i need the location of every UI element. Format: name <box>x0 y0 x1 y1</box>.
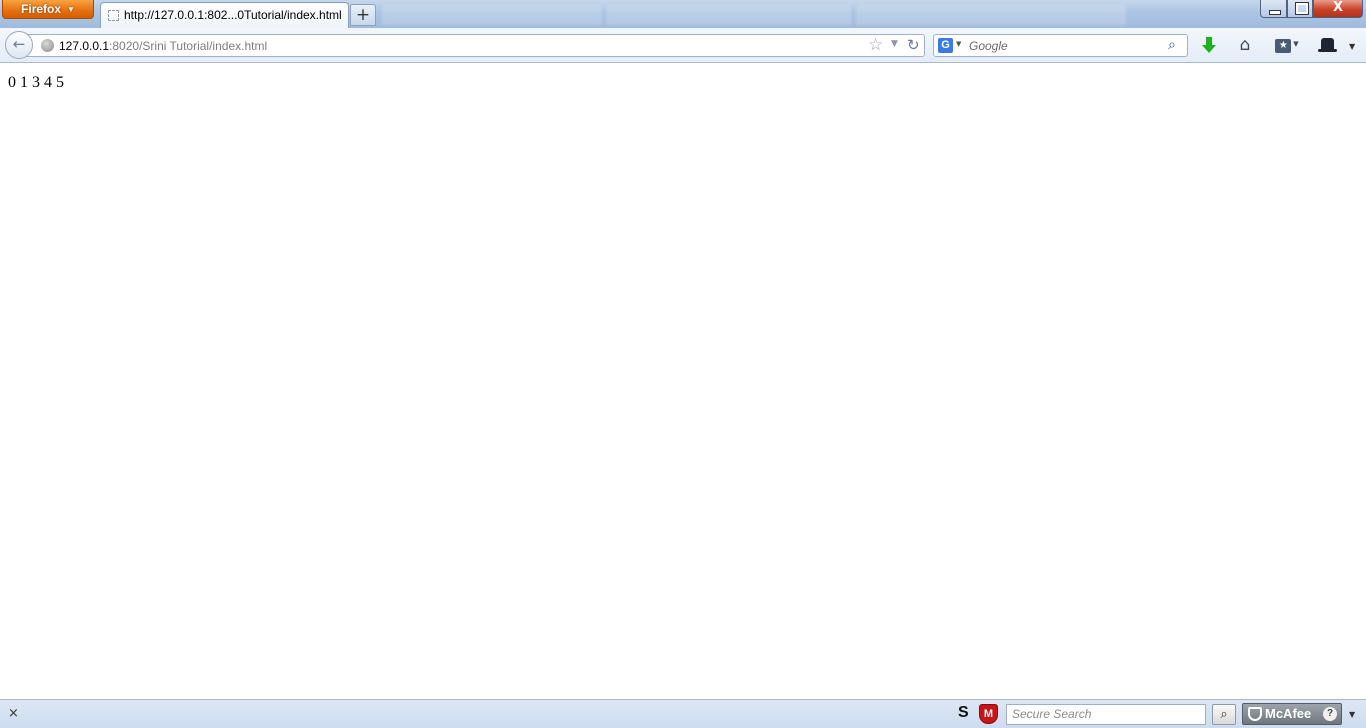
addon-bar: × S M Secure Search ⌕ McAfee ? ▼ <box>0 699 1366 728</box>
hat-icon[interactable] <box>1318 36 1342 54</box>
globe-icon <box>41 39 54 52</box>
new-tab-button[interactable]: + <box>350 4 376 26</box>
url-path: :8020/Srini Tutorial/index.html <box>109 39 268 53</box>
mcafee-button[interactable]: McAfee ? <box>1242 703 1342 725</box>
url-text[interactable]: 127.0.0.1:8020/Srini Tutorial/index.html <box>59 39 267 53</box>
google-engine-icon[interactable]: G <box>938 38 953 53</box>
maximize-button[interactable] <box>1287 0 1313 18</box>
firefox-menu-button[interactable]: Firefox ▼ <box>2 0 94 19</box>
help-icon[interactable]: ? <box>1323 707 1337 721</box>
url-bar[interactable]: 127.0.0.1:8020/Srini Tutorial/index.html… <box>26 34 925 57</box>
blank-page-icon <box>108 10 119 21</box>
engine-dropdown-icon[interactable]: ▼ <box>956 40 961 48</box>
mcafee-label: McAfee <box>1265 706 1312 721</box>
chevron-down-icon: ▼ <box>67 5 75 14</box>
home-icon[interactable]: ⌂ <box>1236 36 1254 54</box>
back-button[interactable]: ← <box>5 31 33 59</box>
search-placeholder: Google <box>969 39 1008 53</box>
background-window-tab <box>382 5 602 25</box>
url-history-dropdown-icon[interactable]: ▼ <box>891 39 898 49</box>
star-icon[interactable]: ☆ <box>868 35 883 55</box>
background-window-tab <box>606 5 851 25</box>
minimize-button[interactable] <box>1260 0 1287 18</box>
reload-icon[interactable]: ↻ <box>907 36 920 54</box>
tab-active[interactable]: http://127.0.0.1:802...0Tutorial/index.h… <box>100 2 349 28</box>
shield-icon[interactable]: M <box>979 704 998 724</box>
close-addon-bar-button[interactable]: × <box>8 706 19 721</box>
firefox-menu-label: Firefox <box>21 2 62 16</box>
tab-title: http://127.0.0.1:802...0Tutorial/index.h… <box>124 8 342 22</box>
chevron-down-icon[interactable]: ▼ <box>1349 710 1355 719</box>
toolbar-dropdown-icon[interactable]: ▼ <box>1349 42 1355 51</box>
navigation-toolbar: 127.0.0.1:8020/Srini Tutorial/index.html… <box>0 28 1366 63</box>
mcafee-shield-icon <box>1248 707 1262 721</box>
s-addon-icon[interactable]: S <box>958 704 969 722</box>
secure-search-button[interactable]: ⌕ <box>1212 704 1236 725</box>
back-arrow-icon: ← <box>12 35 26 53</box>
search-icon[interactable]: ⌕ <box>1168 37 1176 53</box>
secure-search-input[interactable]: Secure Search <box>1006 704 1206 725</box>
title-bar: Firefox ▼ http://127.0.0.1:802...0Tutoria… <box>0 0 1366 28</box>
search-icon: ⌕ <box>1220 707 1228 722</box>
background-window-tab <box>856 5 1126 25</box>
search-bar[interactable]: G ▼ Google ⌕ <box>933 34 1188 57</box>
page-content: 0 1 3 4 5 <box>0 63 1366 699</box>
url-host: 127.0.0.1 <box>59 39 110 53</box>
download-icon[interactable] <box>1200 36 1218 54</box>
bookmarks-icon[interactable]: ★ ▼ <box>1271 36 1303 54</box>
close-window-button[interactable]: X <box>1313 0 1363 18</box>
page-output-text: 0 1 3 4 5 <box>8 74 64 91</box>
